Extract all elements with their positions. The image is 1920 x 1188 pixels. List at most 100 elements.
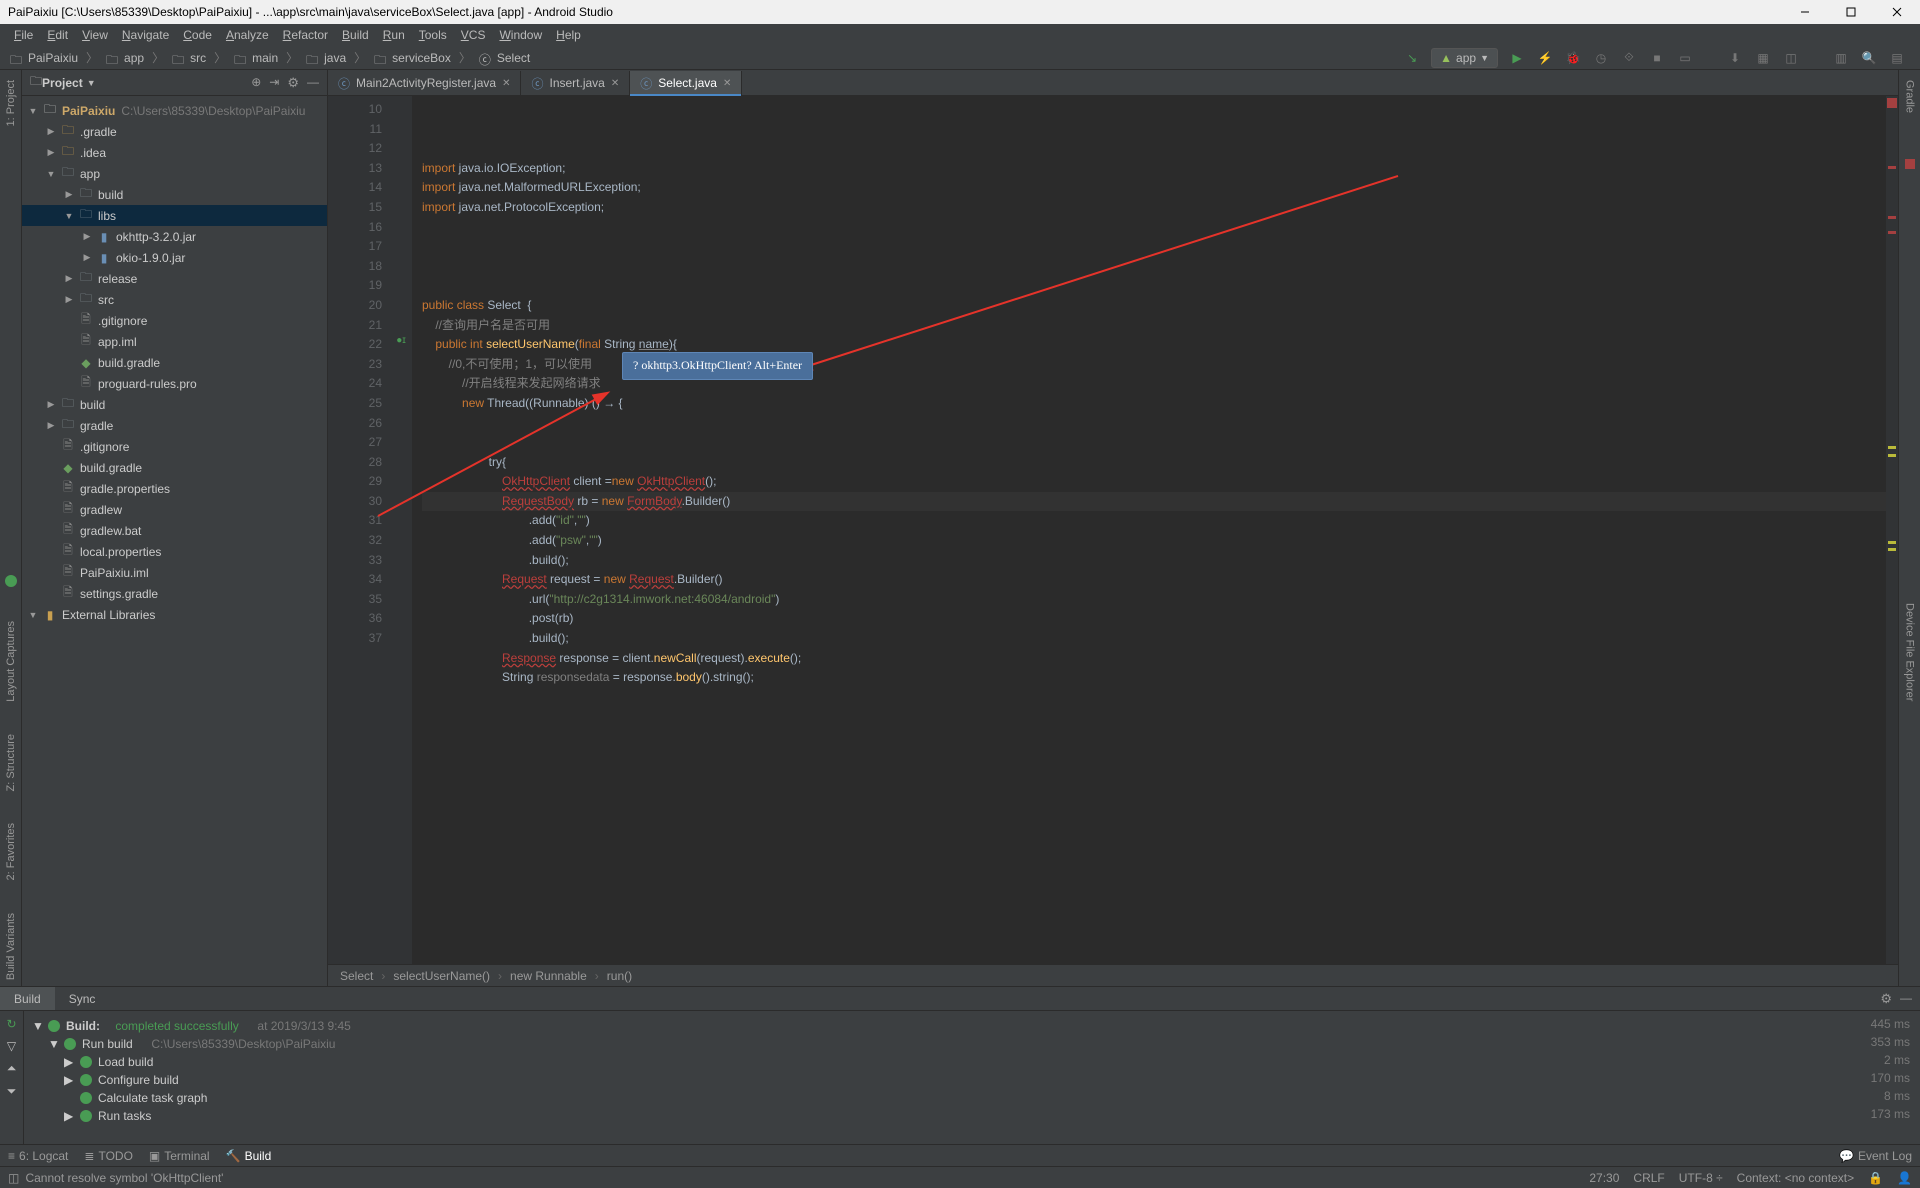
breadcrumb-item[interactable]: run() xyxy=(607,969,632,983)
hide-icon[interactable]: — xyxy=(1900,991,1912,1007)
code-editor[interactable]: ? okhttp3.OkHttpClient? Alt+Enter import… xyxy=(412,96,1886,964)
breadcrumb-item[interactable]: new Runnable xyxy=(510,969,587,983)
tree-row[interactable]: ▶🗀release xyxy=(22,268,327,289)
menu-tools[interactable]: Tools xyxy=(413,26,453,44)
tree-row[interactable]: ▼▮External Libraries xyxy=(22,604,327,625)
breadcrumb-item[interactable]: Select xyxy=(340,969,373,983)
tree-row[interactable]: ▼🗀PaiPaixiuC:\Users\85339\Desktop\PaiPai… xyxy=(22,100,327,121)
tree-row[interactable]: ◆build.gradle xyxy=(22,457,327,478)
tree-row[interactable]: ▶🗀build xyxy=(22,184,327,205)
close-button[interactable] xyxy=(1874,0,1920,24)
menu-view[interactable]: View xyxy=(76,26,114,44)
run-config-selector[interactable]: ▲ app ▼ xyxy=(1431,48,1498,68)
run-button[interactable]: ▶ xyxy=(1508,49,1526,67)
menu-build[interactable]: Build xyxy=(336,26,375,44)
error-summary-icon[interactable] xyxy=(1887,98,1897,108)
menu-navigate[interactable]: Navigate xyxy=(116,26,175,44)
tree-row[interactable]: 🗎proguard-rules.pro xyxy=(22,373,327,394)
memory-indicator-icon[interactable]: 🔒 xyxy=(1868,1171,1883,1185)
tree-row[interactable]: ▶▮okhttp-3.2.0.jar xyxy=(22,226,327,247)
editor-tab[interactable]: ⓒSelect.java✕ xyxy=(630,71,742,95)
breadcrumb-item[interactable]: ⓒ Select xyxy=(475,51,534,65)
maximize-button[interactable] xyxy=(1828,0,1874,24)
rerun-icon[interactable]: ↻ xyxy=(6,1017,16,1031)
expand-icon[interactable]: ⏶ xyxy=(7,1061,17,1076)
tool-tab-event-log[interactable]: 💬 Event Log xyxy=(1839,1149,1912,1163)
tree-row[interactable]: ▶🗀.gradle xyxy=(22,121,327,142)
tree-row[interactable]: 🗎settings.gradle xyxy=(22,583,327,604)
tool-tab-build-bottom[interactable]: 🔨 Build xyxy=(226,1149,272,1163)
close-icon[interactable]: ✕ xyxy=(611,78,619,89)
tree-row[interactable]: ▶▮okio-1.9.0.jar xyxy=(22,247,327,268)
attach-debugger-icon[interactable]: ⟐ xyxy=(1620,49,1638,67)
breadcrumb-item[interactable]: 🗀 app xyxy=(102,51,148,65)
tool-tab-logcat[interactable]: ≡ 6: Logcat xyxy=(8,1149,68,1163)
tool-tab-terminal[interactable]: ▣ Terminal xyxy=(149,1149,210,1163)
gear-icon[interactable] xyxy=(287,75,299,91)
collapse-icon[interactable]: ⇥ xyxy=(269,75,279,91)
tree-row[interactable]: ▼🗀libs xyxy=(22,205,327,226)
tool-tab-project[interactable]: 1: Project xyxy=(3,74,19,132)
tab-build[interactable]: Build xyxy=(0,987,55,1010)
tool-tab-gradle[interactable]: Gradle xyxy=(1902,74,1918,119)
inspections-icon[interactable]: 👤 xyxy=(1897,1171,1912,1185)
breadcrumb-item[interactable]: 🗀 src xyxy=(168,51,210,65)
line-separator[interactable]: CRLF xyxy=(1633,1171,1664,1185)
editor-tab[interactable]: ⓒMain2ActivityRegister.java✕ xyxy=(328,71,521,95)
chevron-down-icon[interactable]: ▼ xyxy=(87,78,96,88)
tree-row[interactable]: 🗎PaiPaixiu.iml xyxy=(22,562,327,583)
menu-vcs[interactable]: VCS xyxy=(455,26,492,44)
tool-tab-todo[interactable]: ≣ TODO xyxy=(84,1149,133,1163)
minimize-button[interactable] xyxy=(1782,0,1828,24)
tree-row[interactable]: 🗎local.properties xyxy=(22,541,327,562)
sdk-manager-icon[interactable]: ⬇ xyxy=(1726,49,1744,67)
tree-row[interactable]: ▶🗀.idea xyxy=(22,142,327,163)
menu-refactor[interactable]: Refactor xyxy=(277,26,334,44)
file-encoding[interactable]: UTF-8 ÷ xyxy=(1679,1171,1723,1185)
toolbar-overflow-icon[interactable]: ▤ xyxy=(1888,49,1906,67)
tree-row[interactable]: 🗎.gitignore xyxy=(22,310,327,331)
breadcrumb-item[interactable]: 🗀 java xyxy=(302,51,350,65)
tree-row[interactable]: ▶🗀gradle xyxy=(22,415,327,436)
search-icon[interactable]: 🔍 xyxy=(1860,49,1878,67)
tree-row[interactable]: 🗎app.iml xyxy=(22,331,327,352)
tree-row[interactable]: ▶🗀src xyxy=(22,289,327,310)
hide-icon[interactable]: — xyxy=(307,75,319,91)
tree-row[interactable]: 🗎gradlew xyxy=(22,499,327,520)
menu-code[interactable]: Code xyxy=(177,26,218,44)
tool-tab-build-variants[interactable]: Build Variants xyxy=(3,907,19,986)
stop-button[interactable]: ■ xyxy=(1648,49,1666,67)
close-icon[interactable]: ✕ xyxy=(502,78,510,89)
build-tree[interactable]: ▼Build: completed successfully at 2019/3… xyxy=(24,1011,1850,1144)
error-stripe[interactable] xyxy=(1886,96,1898,964)
hide-panels-icon[interactable]: ◫ xyxy=(8,1171,19,1185)
debug-button[interactable]: 🐞 xyxy=(1564,49,1582,67)
menu-analyze[interactable]: Analyze xyxy=(220,26,275,44)
tree-row[interactable]: ◆build.gradle xyxy=(22,352,327,373)
intention-popup[interactable]: ? okhttp3.OkHttpClient? Alt+Enter xyxy=(622,352,813,380)
project-tree[interactable]: ▼🗀PaiPaixiuC:\Users\85339\Desktop\PaiPai… xyxy=(22,96,327,986)
error-indicator-icon[interactable] xyxy=(1905,159,1915,169)
breadcrumb-item[interactable]: 🗀 main xyxy=(230,51,282,65)
menu-help[interactable]: Help xyxy=(550,26,587,44)
resource-manager-icon[interactable]: ◫ xyxy=(1782,49,1800,67)
collapse-icon[interactable]: ⏷ xyxy=(7,1084,17,1099)
context-selector[interactable]: Context: <no context> xyxy=(1737,1171,1854,1185)
editor-tab[interactable]: ⓒInsert.java✕ xyxy=(521,71,630,95)
tree-row[interactable]: ▶🗀build xyxy=(22,394,327,415)
profiler-icon[interactable]: ◷ xyxy=(1592,49,1610,67)
close-icon[interactable]: ✕ xyxy=(723,78,731,89)
breadcrumb-item[interactable]: 🗀 serviceBox xyxy=(370,51,455,65)
run-gutter-icon[interactable]: ●ɪ xyxy=(390,335,412,355)
tool-tab-favorites[interactable]: 2: Favorites xyxy=(3,817,19,886)
tree-row[interactable]: 🗎.gitignore xyxy=(22,436,327,457)
tab-sync[interactable]: Sync xyxy=(55,987,110,1010)
project-structure-icon[interactable]: ▥ xyxy=(1832,49,1850,67)
gear-icon[interactable] xyxy=(1880,991,1892,1007)
tree-row[interactable]: 🗎gradlew.bat xyxy=(22,520,327,541)
breadcrumb-item[interactable]: selectUserName() xyxy=(393,969,490,983)
filter-icon[interactable]: ▽ xyxy=(7,1039,16,1053)
avd-manager-icon[interactable]: ▭ xyxy=(1676,49,1694,67)
menu-file[interactable]: File xyxy=(8,26,39,44)
menu-edit[interactable]: Edit xyxy=(41,26,74,44)
